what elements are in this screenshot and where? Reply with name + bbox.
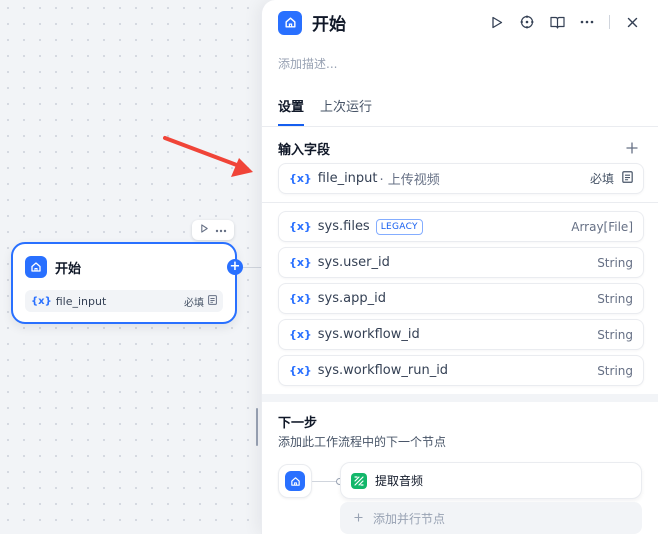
- next-node-card[interactable]: 提取音频: [340, 462, 642, 499]
- add-next-port-icon[interactable]: +: [227, 259, 243, 275]
- document-icon: [622, 171, 633, 186]
- input-field-required: 必填: [589, 172, 614, 186]
- system-var-type: String: [597, 291, 633, 306]
- section-divider: [262, 202, 658, 203]
- extract-audio-icon: [351, 472, 367, 489]
- tab-settings[interactable]: 设置: [278, 96, 305, 126]
- system-var-row: {x} sys.workflow_run_id String: [278, 355, 644, 386]
- start-node[interactable]: 开始 {x} file_input 必填: [11, 242, 237, 324]
- variable-icon: {x}: [289, 256, 312, 269]
- system-var-name: sys.app_id: [317, 291, 386, 306]
- run-icon[interactable]: [489, 14, 505, 30]
- variable-icon: {x}: [289, 172, 312, 185]
- more-icon[interactable]: [579, 14, 595, 30]
- section-separator: [262, 394, 658, 402]
- next-step-title: 下一步: [278, 416, 318, 431]
- variable-icon: {x}: [289, 328, 312, 341]
- system-var-row: {x} sys.files LEGACY Array[File]: [278, 211, 644, 242]
- system-var-name: sys.files: [317, 219, 370, 234]
- system-var-row: {x} sys.workflow_id String: [278, 319, 644, 350]
- close-icon[interactable]: [624, 14, 640, 30]
- system-var-type: Array[File]: [571, 219, 633, 234]
- book-icon[interactable]: [549, 14, 565, 30]
- panel-tabs: 设置 上次运行: [278, 96, 372, 126]
- node-toolbar: [192, 220, 234, 240]
- add-field-icon[interactable]: [626, 139, 638, 158]
- panel-title: 开始: [312, 15, 346, 35]
- system-var-name: sys.workflow_run_id: [317, 363, 449, 378]
- node-title: 开始: [55, 261, 82, 277]
- input-field-label: · 上传视频: [379, 173, 440, 188]
- variable-icon: {x}: [289, 292, 312, 305]
- home-icon: [278, 10, 302, 35]
- crosshair-icon[interactable]: [519, 14, 535, 30]
- system-var-row: {x} sys.app_id String: [278, 283, 644, 314]
- document-icon: [208, 294, 217, 308]
- tab-last-run[interactable]: 上次运行: [320, 96, 372, 126]
- variable-icon: {x}: [289, 364, 312, 377]
- input-field-name: file_input: [317, 171, 378, 186]
- next-node-label: 提取音频: [375, 474, 424, 488]
- node-field-name: file_input: [55, 294, 107, 308]
- legacy-badge: LEGACY: [375, 218, 423, 235]
- input-fields-title: 输入字段: [278, 143, 331, 158]
- panel-toolbar: [489, 14, 640, 30]
- node-input-field: {x} file_input 必填: [25, 290, 223, 312]
- node-field-required: 必填: [184, 297, 204, 309]
- variable-icon: {x}: [31, 295, 52, 307]
- input-field-item[interactable]: {x} file_input · 上传视频 必填: [278, 163, 644, 194]
- system-var-row: {x} sys.user_id String: [278, 247, 644, 278]
- workflow-canvas[interactable]: 开始 {x} file_input 必填 +: [0, 0, 261, 534]
- next-step-source-node: [278, 464, 312, 498]
- edge-line: [243, 267, 261, 268]
- system-var-type: String: [597, 327, 633, 342]
- variable-icon: {x}: [289, 220, 312, 233]
- panel-resize-handle[interactable]: [256, 408, 258, 446]
- next-step-description: 添加此工作流程中的下一个节点: [278, 435, 447, 449]
- home-icon: [25, 256, 47, 278]
- plus-icon: [354, 511, 363, 525]
- description-input[interactable]: 添加描述...: [278, 55, 337, 72]
- toolbar-divider: [609, 15, 610, 29]
- system-var-name: sys.workflow_id: [317, 327, 420, 342]
- system-var-type: String: [597, 255, 633, 270]
- node-settings-panel: 开始 添加描述... 设置 上次运行 输入字段 {x} file_input ·…: [261, 0, 658, 534]
- tabs-divider: [262, 126, 658, 127]
- home-icon: [285, 471, 305, 491]
- add-parallel-node-button[interactable]: 添加并行节点: [340, 502, 642, 534]
- system-var-name: sys.user_id: [317, 255, 390, 270]
- add-parallel-label: 添加并行节点: [373, 511, 446, 526]
- system-var-type: String: [597, 363, 633, 378]
- more-icon[interactable]: [215, 225, 227, 236]
- run-node-icon[interactable]: [200, 224, 209, 236]
- connector-line: [312, 481, 338, 482]
